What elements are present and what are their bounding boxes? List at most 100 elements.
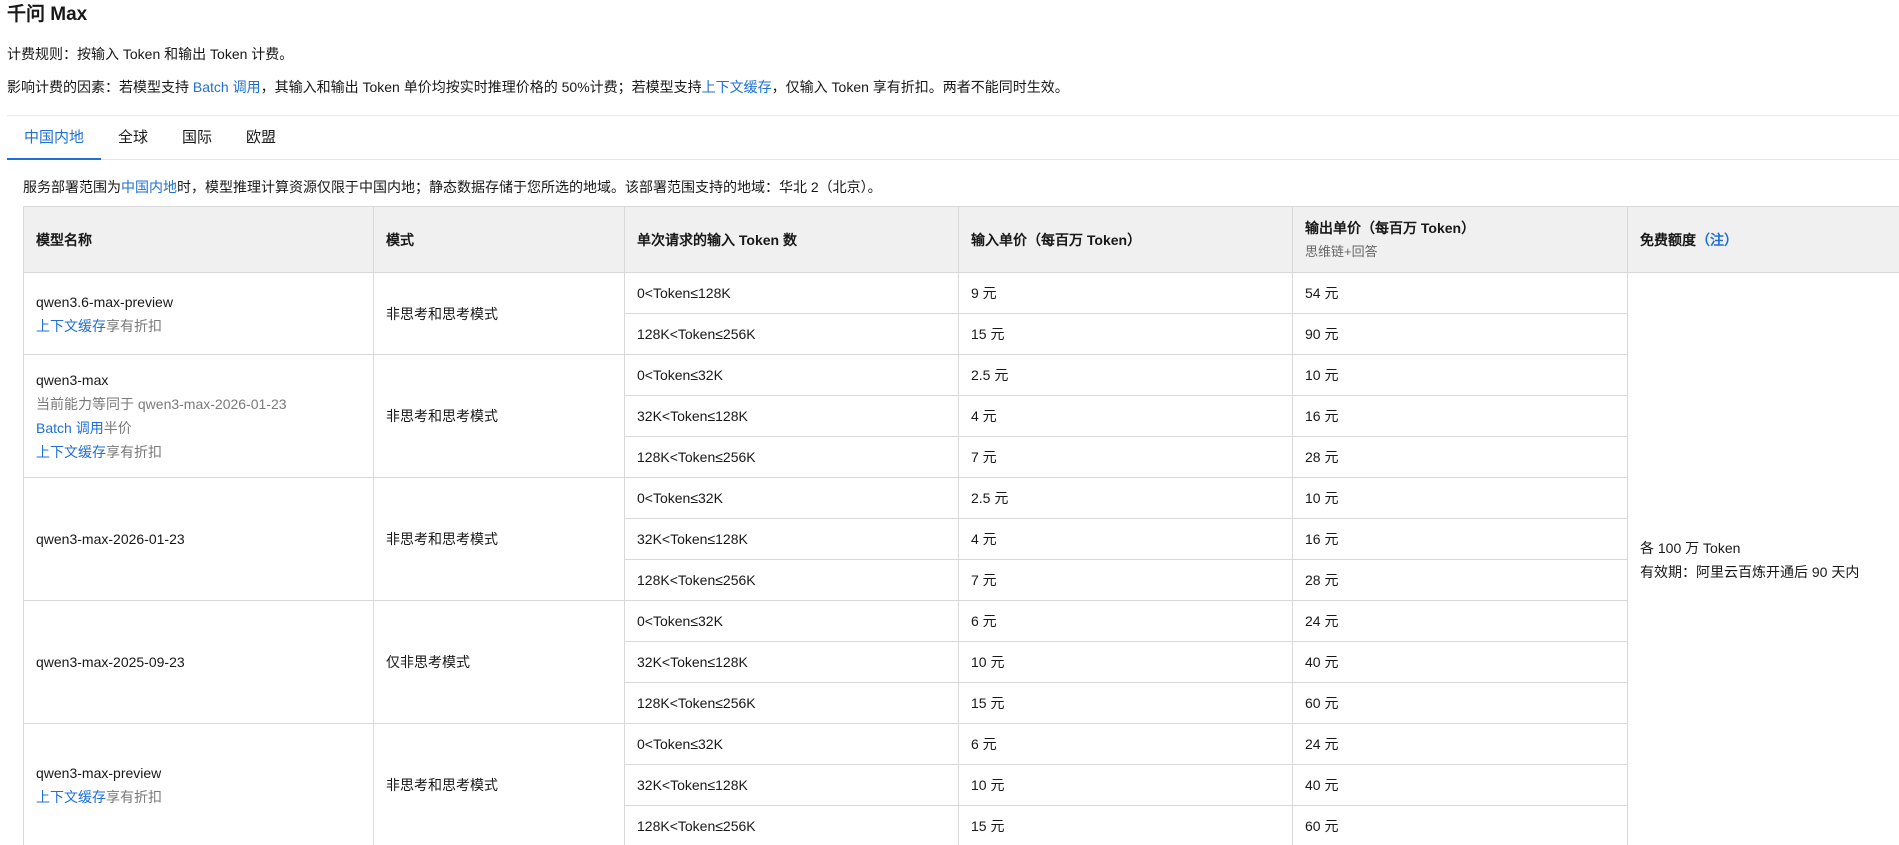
model-name: qwen3-max — [36, 372, 109, 388]
mode-cell: 非思考和思考模式 — [373, 272, 625, 355]
input-price-cell: 15 元 — [958, 313, 1293, 355]
input-price-cell: 2.5 元 — [958, 477, 1293, 519]
factors-prefix: 影响计费的因素：若模型支持 — [7, 79, 193, 95]
token-range-cell: 128K<Token≤256K — [624, 559, 959, 601]
output-price-cell: 60 元 — [1292, 682, 1628, 724]
pricing-page: 千问 Max 计费规则：按输入 Token 和输出 Token 计费。 影响计费… — [0, 0, 1899, 845]
output-price-cell: 28 元 — [1292, 436, 1628, 478]
free-quota-note-link[interactable]: （注） — [1696, 232, 1738, 248]
model-cell: qwen3-max-2025-09-23 — [23, 600, 374, 724]
input-price-cell: 15 元 — [958, 682, 1293, 724]
batch-call-link[interactable]: Batch 调用 — [193, 79, 261, 95]
input-price-cell: 2.5 元 — [958, 354, 1293, 396]
token-range-cell: 32K<Token≤128K — [624, 764, 959, 806]
mode-cell: 非思考和思考模式 — [373, 477, 625, 601]
output-price-cell: 24 元 — [1292, 600, 1628, 642]
output-price-cell: 60 元 — [1292, 805, 1628, 845]
output-price-cell: 10 元 — [1292, 354, 1628, 396]
model-note: 上下文缓存享有折扣 — [36, 440, 361, 464]
token-range-cell: 128K<Token≤256K — [624, 436, 959, 478]
input-price-cell: 6 元 — [958, 600, 1293, 642]
tab-mainland-china[interactable]: 中国内地 — [7, 116, 102, 160]
model-cell: qwen3-max-preview 上下文缓存享有折扣 — [23, 723, 374, 845]
token-range-cell: 32K<Token≤128K — [624, 518, 959, 560]
cache-discount-text: 享有折扣 — [106, 317, 162, 334]
factors-middle: ，其输入和输出 Token 单价均按实时推理价格的 50%计费；若模型支持 — [260, 79, 702, 95]
model-name: qwen3-max-2026-01-23 — [36, 531, 185, 547]
context-cache-link[interactable]: 上下文缓存 — [36, 789, 106, 805]
free-quota-amount: 各 100 万 Token — [1640, 539, 1741, 556]
table-row: qwen3.6-max-preview 上下文缓存享有折扣 非思考和思考模式 0… — [23, 272, 1899, 845]
table-row: qwen3-max 当前能力等同于 qwen3-max-2026-01-23 B… — [23, 354, 1899, 478]
factors-suffix: ，仅输入 Token 享有折扣。两者不能同时生效。 — [771, 79, 1069, 95]
deployment-scope: 服务部署范围为中国内地时，模型推理计算资源仅限于中国内地；静态数据存储于您所选的… — [23, 177, 882, 197]
header-output-price-label: 输出单价（每百万 Token） — [1305, 219, 1476, 236]
tab-global[interactable]: 全球 — [101, 116, 165, 159]
input-price-cell: 10 元 — [958, 641, 1293, 683]
free-quota-validity: 有效期：阿里云百炼开通后 90 天内 — [1640, 563, 1860, 580]
token-range-cell: 0<Token≤32K — [624, 723, 959, 765]
header-output-price: 输出单价（每百万 Token） 思维链+回答 — [1292, 206, 1628, 273]
output-price-cell: 10 元 — [1292, 477, 1628, 519]
token-range-cell: 0<Token≤32K — [624, 354, 959, 396]
model-cell: qwen3-max 当前能力等同于 qwen3-max-2026-01-23 B… — [23, 354, 374, 478]
mode-cell: 仅非思考模式 — [373, 600, 625, 724]
table-header-row: 模型名称 模式 单次请求的输入 Token 数 输入单价（每百万 Token） … — [23, 206, 1899, 273]
page-title: 千问 Max — [7, 4, 88, 25]
scope-suffix: 时，模型推理计算资源仅限于中国内地；静态数据存储于您所选的地域。该部署范围支持的… — [177, 179, 882, 195]
cache-discount-text: 享有折扣 — [106, 444, 162, 460]
token-range-cell: 128K<Token≤256K — [624, 805, 959, 845]
output-price-cell: 54 元 — [1292, 272, 1628, 314]
header-tokens: 单次请求的输入 Token 数 — [624, 206, 959, 273]
model-batch-note: Batch 调用半价 — [36, 416, 361, 440]
tab-international[interactable]: 国际 — [165, 116, 229, 159]
pricing-table: 模型名称 模式 单次请求的输入 Token 数 输入单价（每百万 Token） … — [23, 206, 1899, 845]
header-model: 模型名称 — [23, 206, 374, 273]
output-price-cell: 24 元 — [1292, 723, 1628, 765]
batch-half-price-text: 半价 — [103, 420, 132, 436]
billing-factors: 影响计费的因素：若模型支持 Batch 调用，其输入和输出 Token 单价均按… — [7, 77, 1069, 97]
input-price-cell: 10 元 — [958, 764, 1293, 806]
mode-cell: 非思考和思考模式 — [373, 354, 625, 478]
input-price-cell: 7 元 — [958, 559, 1293, 601]
model-name: qwen3-max-2025-09-23 — [36, 654, 185, 670]
batch-call-link[interactable]: Batch 调用 — [36, 420, 104, 436]
model-cell: qwen3.6-max-preview 上下文缓存享有折扣 — [23, 272, 374, 355]
output-price-cell: 90 元 — [1292, 313, 1628, 355]
table-row: qwen3-max-preview 上下文缓存享有折扣 非思考和思考模式 0<T… — [23, 723, 1899, 845]
output-price-cell: 16 元 — [1292, 395, 1628, 437]
cache-discount-text: 享有折扣 — [106, 789, 162, 805]
output-price-cell: 16 元 — [1292, 518, 1628, 560]
model-name: qwen3.6-max-preview — [36, 293, 173, 310]
free-quota-cell: 各 100 万 Token 有效期：阿里云百炼开通后 90 天内 — [1627, 272, 1899, 845]
context-cache-link[interactable]: 上下文缓存 — [36, 444, 106, 460]
model-cell: qwen3-max-2026-01-23 — [23, 477, 374, 601]
table-row: qwen3-max-2026-01-23 非思考和思考模式 0<Token≤32… — [23, 477, 1899, 601]
table-row: qwen3-max-2025-09-23 仅非思考模式 0<Token≤32K … — [23, 600, 1899, 724]
input-price-cell: 15 元 — [958, 805, 1293, 845]
output-price-cell: 40 元 — [1292, 764, 1628, 806]
input-price-cell: 9 元 — [958, 272, 1293, 314]
header-mode: 模式 — [373, 206, 625, 273]
model-equivalent: 当前能力等同于 qwen3-max-2026-01-23 — [36, 396, 287, 412]
token-range-cell: 0<Token≤128K — [624, 272, 959, 314]
output-price-cell: 28 元 — [1292, 559, 1628, 601]
input-price-cell: 4 元 — [958, 395, 1293, 437]
region-tabs: 中国内地 全球 国际 欧盟 — [7, 115, 1899, 160]
tab-eu[interactable]: 欧盟 — [229, 116, 293, 159]
mainland-china-link[interactable]: 中国内地 — [121, 179, 177, 195]
input-price-cell: 6 元 — [958, 723, 1293, 765]
header-output-sub: 思维链+回答 — [1305, 243, 1378, 259]
context-cache-link[interactable]: 上下文缓存 — [702, 79, 772, 95]
header-input-price: 输入单价（每百万 Token） — [958, 206, 1293, 273]
token-range-cell: 128K<Token≤256K — [624, 313, 959, 355]
header-free-label: 免费额度 — [1640, 231, 1696, 248]
mode-cell: 非思考和思考模式 — [373, 723, 625, 845]
output-price-cell: 40 元 — [1292, 641, 1628, 683]
token-range-cell: 32K<Token≤128K — [624, 395, 959, 437]
token-range-cell: 32K<Token≤128K — [624, 641, 959, 683]
model-note: 上下文缓存享有折扣 — [36, 314, 361, 338]
token-range-cell: 0<Token≤32K — [624, 600, 959, 642]
token-range-cell: 0<Token≤32K — [624, 477, 959, 519]
context-cache-link[interactable]: 上下文缓存 — [36, 318, 106, 334]
